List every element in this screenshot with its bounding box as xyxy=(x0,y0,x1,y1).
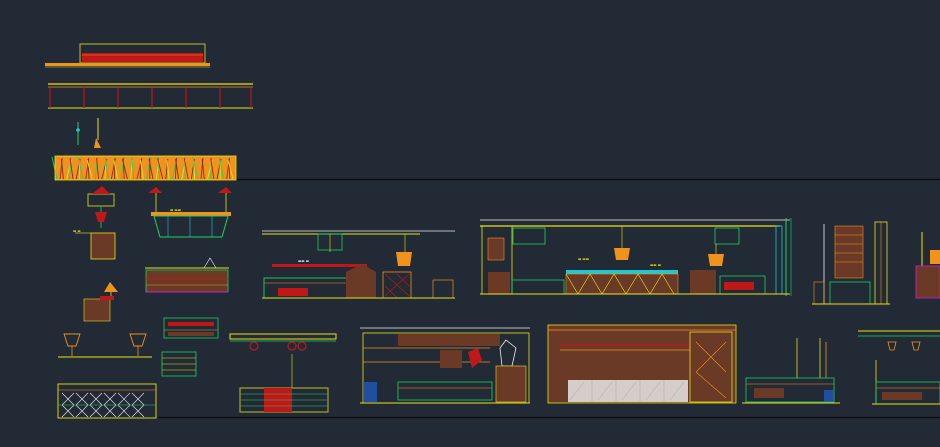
right-counter-elevation xyxy=(858,330,940,405)
cad-drawing-canvas: ▬ ▬ ▬ ▬▬ ▬▬ ▬ ▬ ▬▬ ▬▬ ▬ xyxy=(45,43,940,419)
grass-pattern-strip xyxy=(51,155,237,181)
lamp-screen-elevation xyxy=(57,333,157,419)
low-cabinet-elevation xyxy=(742,338,840,404)
shelf-strip-small xyxy=(161,351,197,377)
main-wall-elevation: ▬ ▬▬ ▬▬ ▬ xyxy=(480,218,792,296)
top-section-panel xyxy=(45,43,210,68)
stack-shelf-small xyxy=(163,317,219,339)
fixture-symbols xyxy=(76,118,101,148)
reception-elevation xyxy=(360,327,530,404)
svg-text:▬ ▬: ▬ ▬ xyxy=(73,229,81,233)
right-edge-fragment xyxy=(915,232,940,299)
svg-text:▬▬ ▬: ▬▬ ▬ xyxy=(298,259,309,263)
pendant-table-elevation: ▬ ▬▬ xyxy=(148,187,232,238)
cad-model-space[interactable]: ▬ ▬ ▬ ▬▬ ▬▬ ▬ ▬ ▬▬ ▬▬ ▬ xyxy=(0,0,940,447)
window-wall-elevation xyxy=(547,324,737,404)
top-rail-elevation xyxy=(48,83,253,109)
left-wall-elevation: ▬▬ ▬ xyxy=(262,230,455,299)
tall-cabinet-section xyxy=(812,221,890,305)
svg-text:▬▬ ▬: ▬▬ ▬ xyxy=(650,263,661,267)
table-lamp-detail xyxy=(83,282,118,322)
svg-text:▬ ▬▬: ▬ ▬▬ xyxy=(170,208,181,212)
bar-counter-elevation xyxy=(145,257,229,293)
svg-text:▬ ▬▬: ▬ ▬▬ xyxy=(578,257,589,261)
ceiling-lamp-detail: ▬ ▬ xyxy=(73,186,116,260)
pendant-counter-elevation xyxy=(229,333,337,413)
